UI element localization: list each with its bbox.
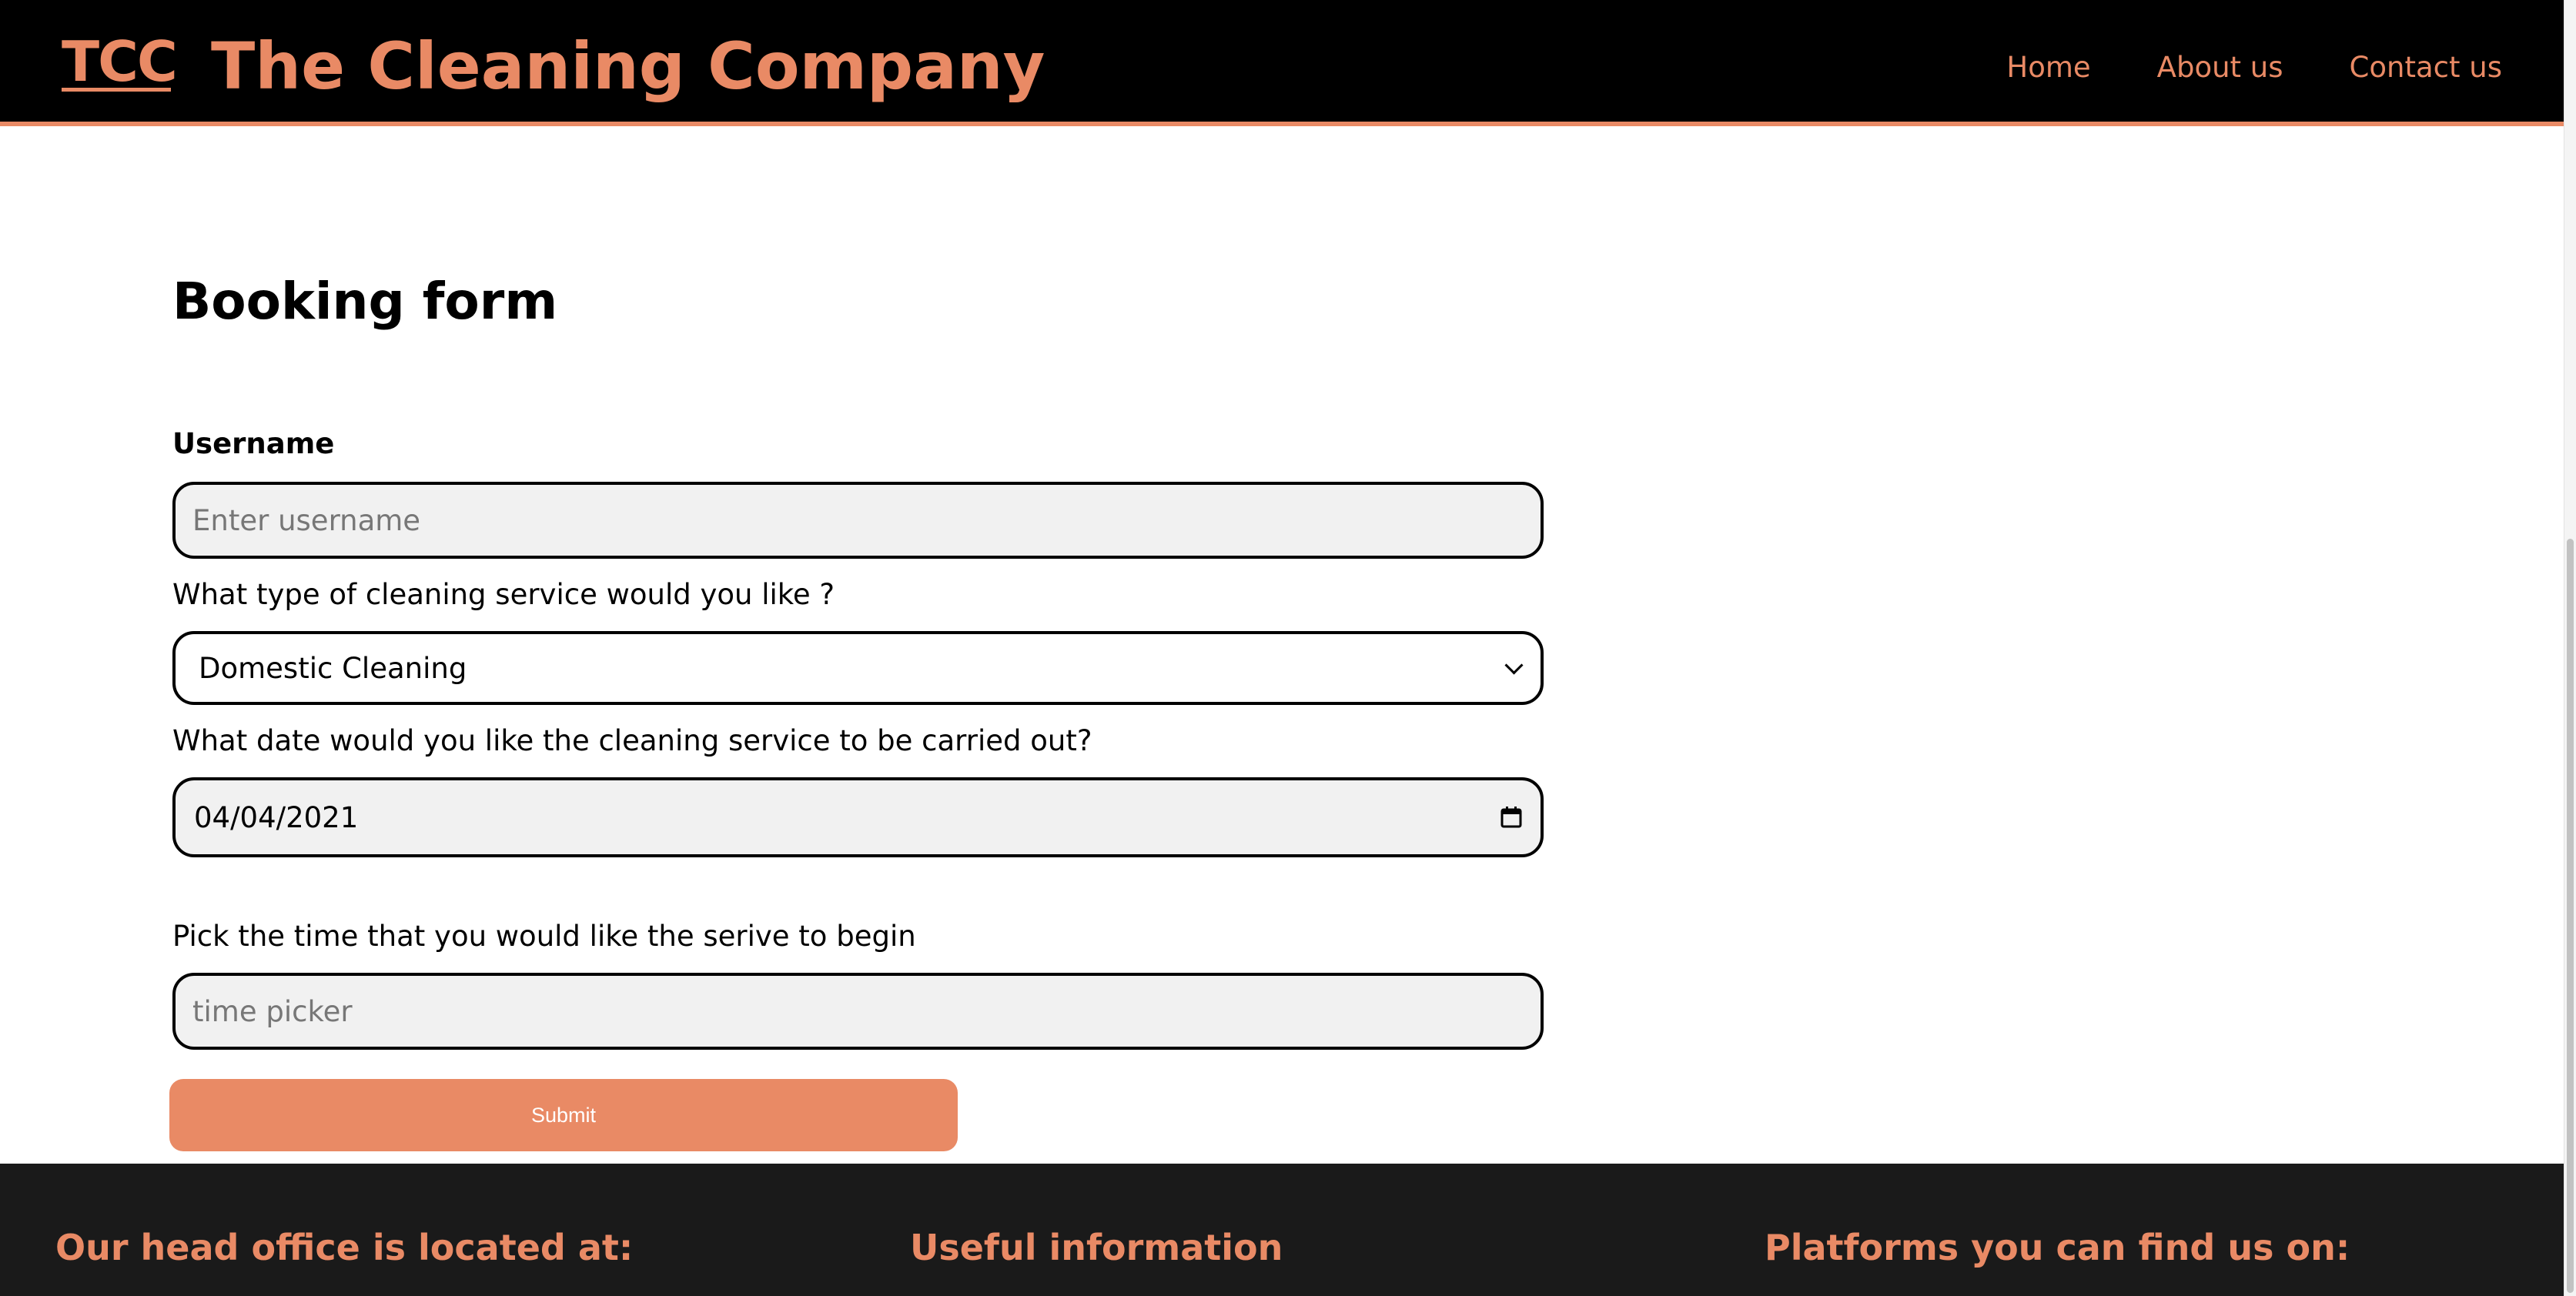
date-input[interactable]: 04/04/2021 <box>172 777 1544 857</box>
nav-link-contact-us[interactable]: Contact us <box>2350 45 2502 91</box>
form-title: Booking form <box>172 272 558 331</box>
calendar-icon[interactable] <box>1500 807 1522 828</box>
date-value: 04/04/2021 <box>194 800 359 834</box>
logo-underline <box>62 88 171 92</box>
service-select[interactable]: Domestic Cleaning <box>172 631 1544 705</box>
site-footer: Our head office is located at: Useful in… <box>0 1164 2564 1296</box>
service-label: What type of cleaning service would you … <box>172 578 835 611</box>
service-select-value: Domestic Cleaning <box>199 651 467 685</box>
logo-text: TCC <box>62 29 178 94</box>
site-header: TCC The Cleaning Company Home About us C… <box>0 0 2564 126</box>
site-title: The Cleaning Company <box>211 28 1045 104</box>
scrollbar-thumb[interactable] <box>2567 539 2574 1293</box>
footer-heading-platforms: Platforms you can find us on: <box>1765 1227 2350 1268</box>
footer-heading-useful-information: Useful information <box>910 1227 1283 1268</box>
page: TCC The Cleaning Company Home About us C… <box>0 0 2564 1296</box>
nav-link-home[interactable]: Home <box>2006 45 2090 91</box>
date-label: What date would you like the cleaning se… <box>172 724 1092 757</box>
chevron-down-icon <box>1504 655 1524 675</box>
submit-button[interactable]: Submit <box>169 1079 958 1151</box>
time-picker-input[interactable] <box>172 973 1544 1050</box>
nav-link-about-us[interactable]: About us <box>2157 45 2283 91</box>
time-label: Pick the time that you would like the se… <box>172 920 916 953</box>
username-input[interactable] <box>172 482 1544 559</box>
main-nav: Home About us Contact us <box>2006 45 2502 91</box>
page-scrollbar[interactable] <box>2564 0 2576 1296</box>
footer-heading-head-office: Our head office is located at: <box>55 1227 634 1268</box>
username-label: Username <box>172 427 335 460</box>
